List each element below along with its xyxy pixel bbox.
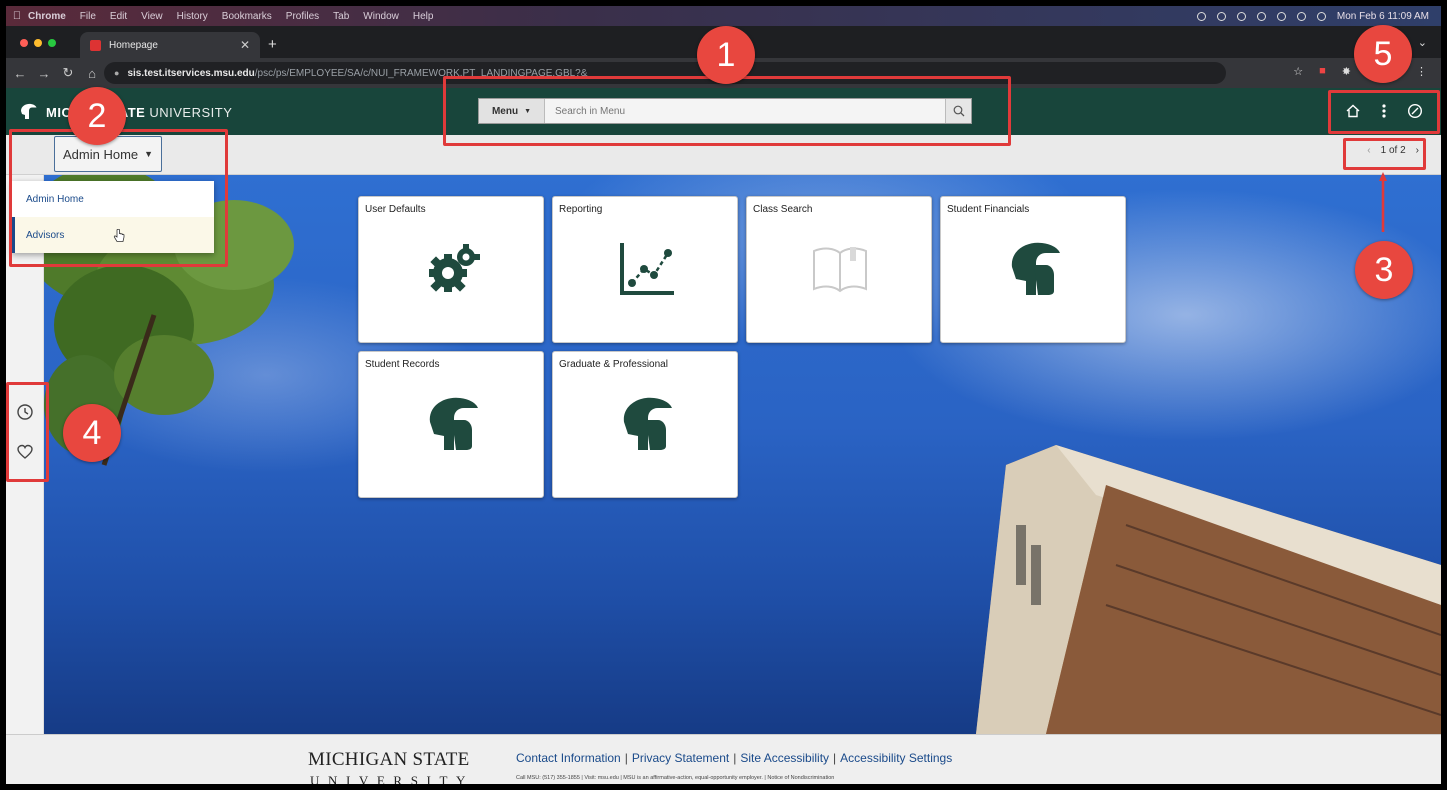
menubar-item-view[interactable]: View bbox=[141, 11, 163, 22]
maximize-window-icon[interactable] bbox=[48, 39, 56, 47]
lock-icon[interactable]: ● bbox=[114, 68, 119, 78]
footer-brand-line1: MICHIGAN STATE bbox=[308, 749, 470, 770]
tab-search-chevron-icon[interactable]: ⌄ bbox=[1418, 36, 1427, 49]
tray-icon[interactable] bbox=[1276, 11, 1286, 21]
annotation-box-left-rail bbox=[6, 382, 49, 482]
tile-class-search[interactable]: Class Search bbox=[746, 196, 932, 343]
tile-title: Reporting bbox=[559, 204, 603, 215]
tile-user-defaults[interactable]: User Defaults bbox=[358, 196, 544, 343]
annotation-badge-5: 5 bbox=[1354, 25, 1412, 83]
close-window-icon[interactable] bbox=[20, 39, 28, 47]
footer-link-accessibility-settings[interactable]: Accessibility Settings bbox=[840, 751, 952, 765]
page-footer: MICHIGAN STATE UNIVERSITY Contact Inform… bbox=[6, 734, 1441, 788]
footer-link-contact[interactable]: Contact Information bbox=[516, 751, 621, 765]
menubar-item-bookmarks[interactable]: Bookmarks bbox=[222, 11, 272, 22]
tray-icon[interactable] bbox=[1216, 11, 1226, 21]
footer-link-privacy[interactable]: Privacy Statement bbox=[632, 751, 729, 765]
menubar-item-file[interactable]: File bbox=[80, 11, 96, 22]
wifi-icon[interactable] bbox=[1296, 11, 1306, 21]
spartan-helmet-icon bbox=[429, 397, 478, 450]
footer-link-site-accessibility[interactable]: Site Accessibility bbox=[740, 751, 829, 765]
forward-icon[interactable]: → bbox=[34, 66, 54, 81]
spartan-helmet-icon bbox=[1011, 242, 1060, 295]
tab-title: Homepage bbox=[109, 39, 158, 51]
footer-small-print: Call MSU: (517) 355-1855 | Visit: msu.ed… bbox=[516, 775, 835, 781]
menubar-item-help[interactable]: Help bbox=[413, 11, 434, 22]
close-tab-icon[interactable]: ✕ bbox=[240, 38, 250, 52]
favicon-icon bbox=[90, 39, 101, 51]
tile-student-financials[interactable]: Student Financials bbox=[940, 196, 1126, 343]
annotation-box-search bbox=[443, 76, 1011, 146]
tray-icon[interactable] bbox=[1236, 11, 1246, 21]
annotation-badge-3: 3 bbox=[1355, 241, 1413, 299]
spartan-helmet-icon bbox=[21, 103, 37, 119]
bookmark-star-icon[interactable]: ☆ bbox=[1293, 65, 1303, 78]
menubar-item-edit[interactable]: Edit bbox=[110, 11, 127, 22]
tile-reporting[interactable]: Reporting bbox=[552, 196, 738, 343]
tile-student-records[interactable]: Student Records bbox=[358, 351, 544, 498]
annotation-badge-4: 4 bbox=[63, 404, 121, 462]
browser-tab-homepage[interactable]: Homepage ✕ bbox=[80, 32, 260, 58]
annotation-box-header-actions bbox=[1328, 90, 1440, 134]
menubar-clock[interactable]: Mon Feb 6 11:09 AM bbox=[1337, 11, 1429, 22]
footer-brand-line2: UNIVERSITY bbox=[310, 773, 474, 788]
macos-menubar:  Chrome File Edit View History Bookmark… bbox=[6, 6, 1441, 26]
tile-title: Class Search bbox=[753, 204, 813, 215]
annotation-box-homepage-selector bbox=[9, 129, 228, 267]
reload-icon[interactable]: ↻ bbox=[58, 65, 78, 81]
annotation-box-pager bbox=[1343, 138, 1426, 170]
extensions-puzzle-icon[interactable]: ✸ bbox=[1342, 65, 1351, 78]
menubar-item-window[interactable]: Window bbox=[363, 11, 399, 22]
menubar-item-history[interactable]: History bbox=[177, 11, 208, 22]
menubar-item-tab[interactable]: Tab bbox=[333, 11, 349, 22]
window-controls bbox=[20, 39, 56, 47]
extension-icon[interactable]: ■ bbox=[1319, 65, 1326, 78]
url-host: sis.test.itservices.msu.edu bbox=[127, 67, 255, 79]
menubar-item-chrome[interactable]: Chrome bbox=[28, 11, 66, 22]
home-icon[interactable]: ⌂ bbox=[82, 66, 102, 81]
gears-icon bbox=[429, 244, 480, 292]
spartan-helmet-icon bbox=[623, 397, 672, 450]
search-icon[interactable] bbox=[1316, 11, 1326, 21]
new-tab-icon[interactable]: + bbox=[268, 36, 277, 53]
line-chart-icon bbox=[620, 243, 674, 295]
chrome-menu-icon[interactable]: ⋮ bbox=[1416, 65, 1427, 78]
annotation-arrow-up-icon bbox=[1379, 172, 1387, 232]
annotation-badge-2: 2 bbox=[68, 87, 126, 145]
background-building-image bbox=[976, 445, 1441, 734]
apple-icon[interactable]:  bbox=[6, 10, 28, 22]
menubar-item-profiles[interactable]: Profiles bbox=[286, 11, 319, 22]
logo-text-light: UNIVERSITY bbox=[149, 104, 233, 120]
book-icon bbox=[813, 247, 867, 293]
tray-icon[interactable] bbox=[1256, 11, 1266, 21]
menubar-tray: Mon Feb 6 11:09 AM bbox=[1196, 11, 1441, 22]
tile-title: Graduate & Professional bbox=[559, 359, 668, 370]
tray-icon[interactable] bbox=[1196, 11, 1206, 21]
back-icon[interactable]: ← bbox=[10, 66, 30, 81]
annotation-badge-1: 1 bbox=[697, 26, 755, 84]
tile-title: User Defaults bbox=[365, 204, 426, 215]
minimize-window-icon[interactable] bbox=[34, 39, 42, 47]
tile-title: Student Records bbox=[365, 359, 440, 370]
tile-title: Student Financials bbox=[947, 204, 1030, 215]
footer-links: Contact Information | Privacy Statement | Si… bbox=[516, 751, 953, 765]
tile-graduate-professional[interactable]: Graduate & Professional bbox=[552, 351, 738, 498]
